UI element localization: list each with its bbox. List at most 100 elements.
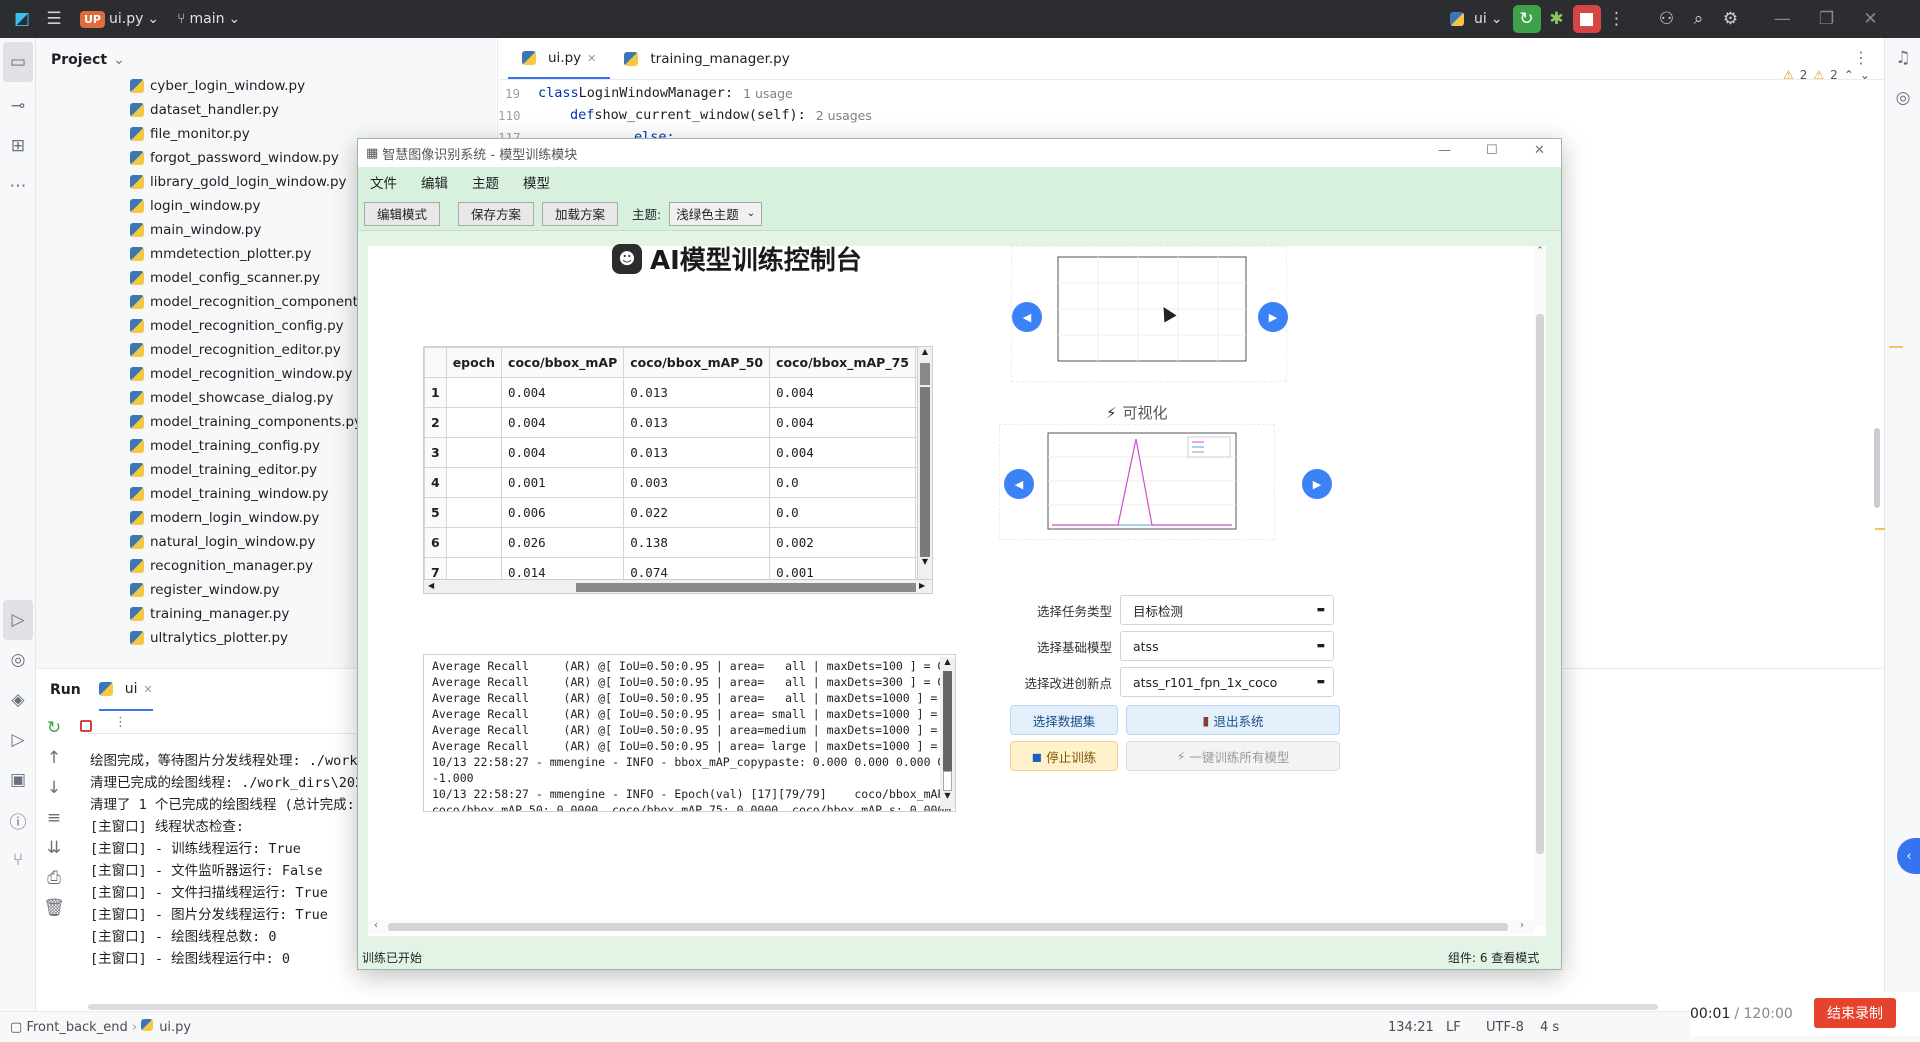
commit-icon[interactable]: ⊸ [0,86,36,126]
usage-hint[interactable]: 2 usages [816,108,872,123]
file-encoding[interactable]: UTF-8 [1486,1020,1524,1035]
column-header[interactable]: coco/bbox_mAP [501,347,625,378]
minimize-icon[interactable]: — [1438,143,1451,158]
tab-ui-py[interactable]: ui.py ✕ [508,39,611,79]
stop-run-icon[interactable] [80,720,92,732]
console-scrollbar[interactable] [88,1004,1658,1010]
debug-icon[interactable]: ✱ [1541,3,1573,35]
table-row[interactable]: 50.0060.0220.0-1.0 [424,497,932,528]
theme-select[interactable]: 浅绿色主题 ⌄ [669,201,763,226]
column-header[interactable]: coco/bbox_mAP_75 [769,347,916,378]
search-icon[interactable]: ⌕ [1683,3,1715,35]
restore-icon[interactable]: ❐ [1811,3,1843,35]
gear-icon[interactable]: ⚙ [1715,3,1747,35]
terminal-icon[interactable]: ▣ [0,760,36,800]
editor-scrollbar[interactable] [1874,428,1880,508]
close-icon[interactable]: ✕ [1534,143,1545,158]
usage-hint[interactable]: 1 usage [743,86,793,101]
hscroll-thumb[interactable] [576,583,916,592]
collapse-panel-button[interactable]: ‹ [1897,838,1920,874]
stop-training-button[interactable]: ◼ 停止训练 [1010,741,1118,771]
load-plan-button[interactable]: 加载方案 [542,201,619,226]
log-scrollbar[interactable]: ▲ ▼ [940,657,955,809]
menu-edit[interactable]: 编辑 [409,172,460,192]
task-type-select[interactable]: 目标检测 ▬ [1120,595,1334,625]
chart-next-button[interactable]: ▶ [1258,302,1288,332]
problems-icon[interactable]: ⓘ [0,800,36,840]
inspection-widget[interactable]: ⚠ 2 ⚠ 2 ⌃ ⌄ [1783,68,1870,82]
scroll-down-arrow[interactable]: ▼ [918,557,932,571]
minimize-icon[interactable]: — [1767,3,1799,35]
hscroll-thumb[interactable] [388,923,1508,931]
close-tab-icon[interactable]: ✕ [587,52,596,65]
table-row[interactable]: 60.0260.1380.002-1.0 [424,527,932,558]
chart-prev-button[interactable]: ◀ [1012,302,1042,332]
improvement-select[interactable]: atss_r101_fpn_1x_coco ▬ [1120,667,1334,697]
scroll-thumb[interactable] [943,671,952,771]
notifications-icon[interactable]: ♫ [1885,38,1920,78]
git-icon[interactable]: ⑂ [0,840,36,880]
run-tool-icon[interactable]: ▷ [3,600,33,640]
scroll-up-arrow[interactable]: ▲ [918,347,932,361]
chevron-up-icon[interactable]: ⌃ [1844,68,1854,82]
scroll-thumb[interactable] [1536,314,1544,854]
rerun-button[interactable]: ↻ [1512,5,1541,33]
select-dataset-button[interactable]: 选择数据集 [1010,705,1118,735]
scroll-left-arrow[interactable]: ‹ [374,920,378,931]
layers-icon[interactable]: ◈ [0,680,36,720]
base-model-select[interactable]: atss ▬ [1120,631,1334,661]
more-icon[interactable]: ⋮ [1601,3,1633,35]
run-more-icon[interactable]: ⋮ [114,715,127,730]
content-vscroll[interactable]: ⌃ [1534,246,1546,926]
scroll-left-arrow[interactable]: ◀ [428,581,434,590]
stop-button[interactable]: ■ [1572,5,1601,33]
scroll-thumb[interactable] [920,363,930,385]
table-row[interactable]: 20.0040.0130.004-1.0 [424,407,932,438]
structure-icon[interactable]: ⊞ [0,126,36,166]
run-tab[interactable]: ui ✕ [98,669,153,711]
metrics-table[interactable]: epoch coco/bbox_mAP coco/bbox_mAP_50 coco/b… [423,346,933,594]
line-separator[interactable]: LF [1446,1020,1461,1035]
python-console-icon[interactable]: ◎ [0,640,36,680]
project-switcher[interactable]: UP ui.py ⌄ [80,10,159,28]
chevron-down-icon[interactable]: ⌄ [1860,68,1870,82]
menu-file[interactable]: 文件 [358,172,409,192]
scroll-down-arrow[interactable]: ▼ [940,791,955,805]
table-hscroll[interactable]: ◀ ▶ [424,579,932,593]
run-config-selector[interactable]: ui ⌄ [1450,11,1503,27]
breadcrumb[interactable]: ▢ Front_back_end › ui.py [10,1019,191,1035]
chart2-next-button[interactable]: ▶ [1302,469,1332,499]
scroll-right-arrow[interactable]: › [1520,920,1524,931]
maximize-icon[interactable]: ☐ [1486,143,1498,158]
column-header[interactable]: coco/bbox_mAP_50 [623,347,771,378]
tab-training-manager[interactable]: training_manager.py [610,39,803,79]
chart2-prev-button[interactable]: ◀ [1004,469,1034,499]
more-tools-icon[interactable]: ⋯ [0,166,36,206]
editor-more-icon[interactable]: ⋮ [1853,48,1869,67]
menu-theme[interactable]: 主题 [460,172,511,192]
main-menu-icon[interactable]: ☰ [38,3,70,35]
stop-recording-button[interactable]: 结束录制 [1814,998,1896,1028]
content-hscroll[interactable]: ‹ › [368,920,1534,934]
table-row[interactable]: 40.0010.0030.0-1.0 [424,467,932,498]
close-icon[interactable]: ✕ [1855,3,1887,35]
save-plan-button[interactable]: 保存方案 [458,201,535,226]
indent-setting[interactable]: 4 s [1540,1020,1559,1035]
edit-mode-button[interactable]: 编辑模式 [364,201,441,226]
rerun-icon[interactable]: ↻ [36,713,72,743]
exit-system-button[interactable]: ▮ 退出系统 [1126,705,1340,735]
add-user-icon[interactable]: ⚇ [1651,3,1683,35]
console-output[interactable]: 绘图完成，等待图片分发线程处理: ./work_ 清理已完成的绘图线程: ./wo… [36,749,371,969]
table-row[interactable]: 10.0040.0130.004-1.0 [424,377,932,408]
file-item[interactable]: cyber_login_window.py [36,74,496,98]
services-icon[interactable]: ▷ [0,720,36,760]
scroll-up-arrow[interactable]: ⌃ [1534,246,1546,256]
training-log[interactable]: Average Recall (AR) @[ IoU=0.50:0.95 | a… [423,654,956,812]
column-header[interactable]: epoch [445,347,503,378]
file-item[interactable]: dataset_handler.py [36,98,496,122]
scroll-up-arrow[interactable]: ▲ [940,657,955,671]
scroll-right-arrow[interactable]: ▶ [919,581,925,590]
branch-switcher[interactable]: ⑂ main ⌄ [177,11,240,27]
project-folder-icon[interactable]: ▭ [3,42,33,82]
menu-model[interactable]: 模型 [511,172,562,192]
